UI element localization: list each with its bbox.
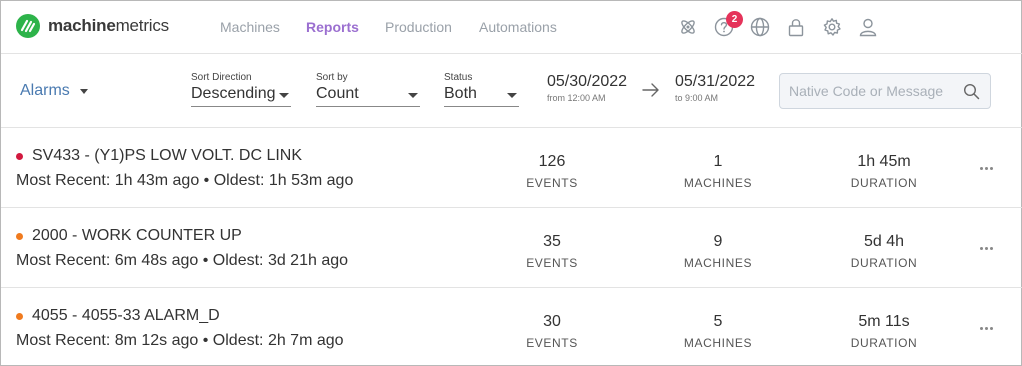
sort-direction-select[interactable]: Sort Direction Descending <box>191 72 291 107</box>
events-count: 126 <box>538 153 566 170</box>
nav-reports[interactable]: Reports <box>306 19 359 35</box>
alarm-row[interactable]: SV433 - (Y1)PS LOW VOLT. DC LINK Most Re… <box>1 128 1022 208</box>
events-caption: EVENTS <box>526 256 578 270</box>
duration-stat: 1h 45m DURATION <box>819 153 949 190</box>
brand-logo[interactable]: machinemetrics <box>16 14 169 38</box>
nav-production[interactable]: Production <box>385 19 452 35</box>
machines-stat: 5 MACHINES <box>653 313 783 350</box>
app-frame: machinemetrics Machines Reports Producti… <box>0 0 1022 366</box>
machines-count: 1 <box>713 153 723 170</box>
brand-name: machinemetrics <box>48 16 169 35</box>
lock-icon[interactable] <box>786 17 806 37</box>
alarm-recency: Most Recent: 6m 48s ago • Oldest: 3d 21h… <box>16 252 349 269</box>
sort-direction-value: Descending <box>191 85 291 107</box>
events-stat: 126 EVENTS <box>487 153 617 190</box>
more-options-icon[interactable] <box>980 244 1000 252</box>
globe-icon[interactable] <box>750 17 770 37</box>
events-count: 30 <box>543 313 561 330</box>
machines-stat: 9 MACHINES <box>653 233 783 270</box>
status-dot <box>16 313 23 320</box>
events-stat: 30 EVENTS <box>487 313 617 350</box>
caret-down-icon <box>279 93 289 98</box>
events-caption: EVENTS <box>526 336 578 350</box>
more-options-icon[interactable] <box>980 324 1000 332</box>
alarm-row[interactable]: 2000 - WORK COUNTER UP Most Recent: 6m 4… <box>1 208 1022 288</box>
machines-count: 9 <box>713 233 723 250</box>
atom-icon[interactable] <box>678 17 698 37</box>
search-icon[interactable] <box>963 83 980 100</box>
duration-caption: DURATION <box>850 256 918 270</box>
events-caption: EVENTS <box>526 176 578 190</box>
gear-icon[interactable] <box>822 17 842 37</box>
caret-down-icon <box>408 93 418 98</box>
nav-automations[interactable]: Automations <box>479 19 557 35</box>
alarm-recency: Most Recent: 1h 43m ago • Oldest: 1h 53m… <box>16 172 354 189</box>
report-type-dropdown[interactable]: Alarms <box>20 82 88 100</box>
machines-stat: 1 MACHINES <box>653 153 783 190</box>
date-to-picker[interactable]: 05/31/2022 to 9:00 AM <box>675 73 755 103</box>
sort-by-value: Count <box>316 85 420 107</box>
duration-caption: DURATION <box>850 336 918 350</box>
date-from-value: 05/30/2022 <box>547 73 628 90</box>
caret-down-icon <box>79 88 88 94</box>
filter-bar: Alarms Sort Direction Descending Sort by… <box>1 54 1022 128</box>
events-stat: 35 EVENTS <box>487 233 617 270</box>
date-from-picker[interactable]: 05/30/2022 from 12:00 AM <box>547 73 627 103</box>
search-input[interactable] <box>789 82 959 100</box>
user-icon[interactable] <box>858 17 878 37</box>
status-dot <box>16 233 23 240</box>
machines-caption: MACHINES <box>683 256 753 270</box>
machinemetrics-logo-icon <box>16 14 40 38</box>
top-nav: machinemetrics Machines Reports Producti… <box>1 1 1022 54</box>
search-box <box>779 73 991 109</box>
report-type-label: Alarms <box>20 82 70 99</box>
status-select[interactable]: Status Both <box>444 72 519 107</box>
date-to-time: to 9:00 AM <box>675 93 719 103</box>
duration-value: 5d 4h <box>863 233 905 250</box>
sort-direction-label: Sort Direction <box>191 72 252 83</box>
duration-caption: DURATION <box>850 176 918 190</box>
machines-caption: MACHINES <box>683 176 753 190</box>
help-notification-badge: 2 <box>726 11 743 28</box>
caret-down-icon <box>507 93 517 98</box>
duration-value: 5m 11s <box>858 313 910 330</box>
alarm-title: SV433 - (Y1)PS LOW VOLT. DC LINK <box>32 147 303 164</box>
date-from-time: from 12:00 AM <box>547 93 606 103</box>
alarm-row[interactable]: 4055 - 4055-33 ALARM_D Most Recent: 8m 1… <box>1 288 1022 366</box>
duration-value: 1h 45m <box>857 153 911 170</box>
sort-by-select[interactable]: Sort by Count <box>316 72 420 107</box>
machines-count: 5 <box>713 313 723 330</box>
status-value: Both <box>444 85 519 107</box>
nav-machines[interactable]: Machines <box>220 19 280 35</box>
status-label: Status <box>444 72 473 83</box>
events-count: 35 <box>543 233 561 250</box>
alarm-title: 4055 - 4055-33 ALARM_D <box>32 307 220 324</box>
arrow-right-icon <box>642 83 659 97</box>
date-to-value: 05/31/2022 <box>675 73 756 90</box>
sort-by-label: Sort by <box>316 72 348 83</box>
status-dot <box>16 153 23 160</box>
duration-stat: 5d 4h DURATION <box>819 233 949 270</box>
alarm-recency: Most Recent: 8m 12s ago • Oldest: 2h 7m … <box>16 332 344 349</box>
duration-stat: 5m 11s DURATION <box>819 313 949 350</box>
more-options-icon[interactable] <box>980 164 1000 172</box>
machines-caption: MACHINES <box>683 336 753 350</box>
alarm-title: 2000 - WORK COUNTER UP <box>32 227 242 244</box>
